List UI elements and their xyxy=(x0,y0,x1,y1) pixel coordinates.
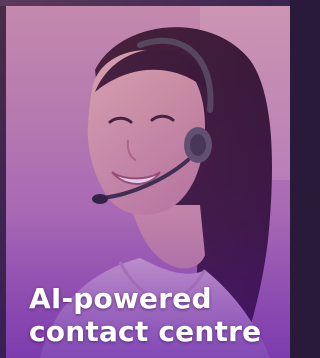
contact-centre-promo-card[interactable]: AI-powered contact centre xyxy=(0,0,290,358)
card-frame-top xyxy=(0,0,290,6)
card-frame-left xyxy=(0,0,6,358)
card-caption: AI-powered contact centre xyxy=(29,282,261,348)
caption-line-1: AI-powered xyxy=(29,282,212,315)
caption-line-2: contact centre xyxy=(29,315,262,348)
